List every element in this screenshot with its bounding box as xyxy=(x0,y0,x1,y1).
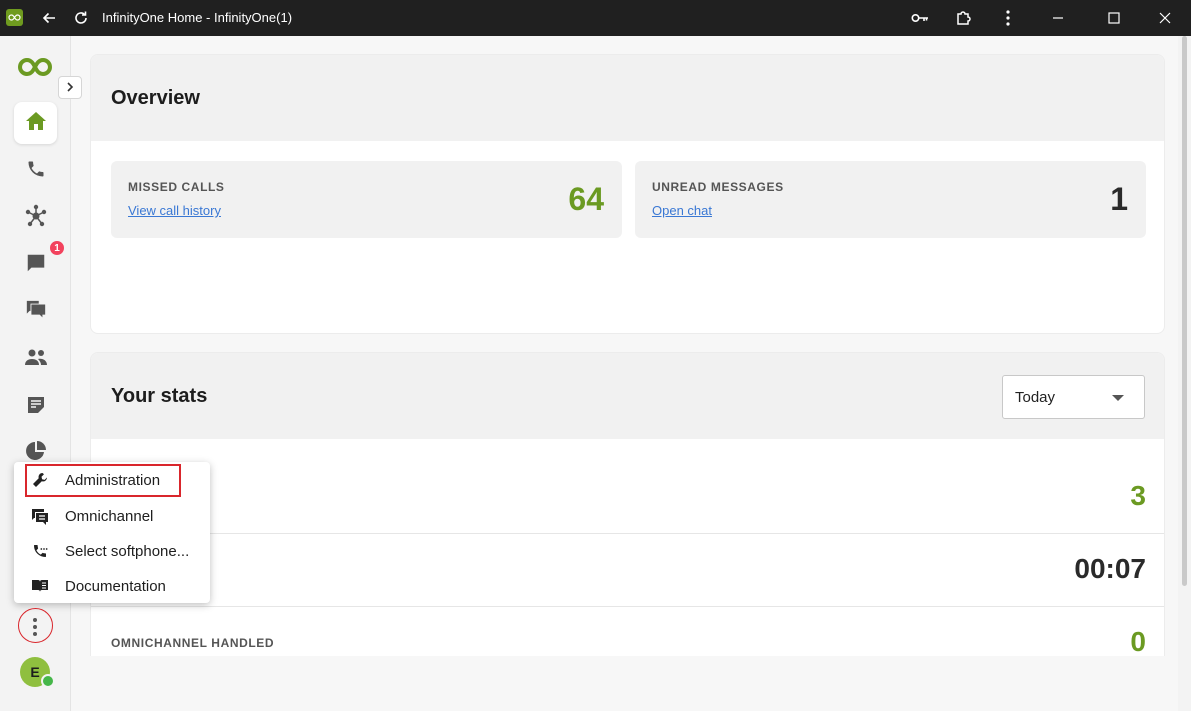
app-logo-icon xyxy=(6,9,23,26)
stat-label: OMNICHANNEL HANDLED xyxy=(111,636,275,650)
missed-calls-label: MISSED CALLS xyxy=(128,180,225,194)
stat-value: 0 xyxy=(1130,626,1146,657)
unread-badge: 1 xyxy=(48,239,66,257)
unread-messages-value: 1 xyxy=(1110,181,1128,217)
scrollbar-thumb[interactable] xyxy=(1182,36,1187,586)
reload-icon[interactable] xyxy=(69,6,93,30)
presence-status-icon xyxy=(41,674,55,688)
people-icon xyxy=(24,347,48,372)
hub-icon xyxy=(24,204,48,233)
window-title: InfinityOne Home - InfinityOne(1) xyxy=(102,10,293,25)
menu-item-documentation[interactable]: Documentation xyxy=(14,569,210,603)
omnichannel-icon xyxy=(31,507,49,525)
notes-icon xyxy=(26,395,46,420)
minimize-icon[interactable] xyxy=(1046,6,1070,30)
open-chat-link[interactable]: Open chat xyxy=(652,203,712,218)
sidebar-item-notes[interactable] xyxy=(14,386,57,428)
sidebar-item-forum[interactable] xyxy=(14,291,57,333)
window-titlebar: InfinityOne Home - InfinityOne(1) xyxy=(0,0,1191,36)
forum-icon xyxy=(25,299,47,326)
book-icon xyxy=(31,577,49,595)
period-select-value: Today xyxy=(1015,388,1056,406)
content-bottom-area xyxy=(72,656,1178,711)
unread-messages-card: UNREAD MESSAGES Open chat 1 xyxy=(635,161,1146,238)
stat-value: 3 xyxy=(1130,480,1146,511)
stat-value: 00:07 xyxy=(1074,553,1146,584)
chevron-right-icon xyxy=(66,79,74,97)
sidebar-expand-button[interactable] xyxy=(58,76,82,99)
key-icon[interactable] xyxy=(908,6,932,30)
period-select[interactable]: Today xyxy=(1002,375,1145,419)
extension-icon[interactable] xyxy=(952,6,976,30)
menu-item-label: Omnichannel xyxy=(65,507,154,525)
missed-calls-card: MISSED CALLS View call history 64 xyxy=(111,161,622,238)
scrollbar[interactable] xyxy=(1178,36,1191,711)
chat-icon xyxy=(25,252,47,279)
sidebar-item-people[interactable] xyxy=(14,338,57,380)
phone-settings-icon xyxy=(31,542,49,560)
menu-item-label: Documentation xyxy=(65,577,166,595)
sidebar-item-calls[interactable] xyxy=(14,150,57,192)
menu-item-label: Administration xyxy=(65,471,161,489)
back-icon[interactable] xyxy=(37,6,61,30)
menu-item-label: Select softphone... xyxy=(65,542,190,560)
stats-title: Your stats xyxy=(111,384,208,407)
stat-row: 00:07 xyxy=(91,534,1164,607)
overview-header: Overview xyxy=(91,55,1164,141)
sidebar: 1 xyxy=(0,36,71,711)
stats-panel: Your stats Today 3 00:07 OMNICHANNEL HAN… xyxy=(90,352,1165,672)
infinity-logo-icon[interactable] xyxy=(17,56,53,83)
menu-item-omnichannel[interactable]: Omnichannel xyxy=(14,499,210,533)
more-options-icon[interactable] xyxy=(32,617,38,642)
sidebar-item-hub[interactable] xyxy=(14,197,57,239)
menu-item-select-softphone[interactable]: Select softphone... xyxy=(14,534,210,568)
sidebar-item-home[interactable] xyxy=(14,102,57,144)
view-call-history-link[interactable]: View call history xyxy=(128,203,221,218)
close-icon[interactable] xyxy=(1153,6,1177,30)
home-icon xyxy=(25,111,47,136)
more-options-menu: Administration Omnichannel Select softph… xyxy=(14,462,210,603)
wrench-icon xyxy=(31,471,49,489)
main-content: Overview MISSED CALLS View call history … xyxy=(72,36,1178,672)
more-vert-icon[interactable] xyxy=(996,6,1020,30)
unread-messages-label: UNREAD MESSAGES xyxy=(652,180,784,194)
menu-item-administration[interactable]: Administration xyxy=(14,463,210,497)
missed-calls-value: 64 xyxy=(568,181,604,217)
overview-title: Overview xyxy=(111,86,200,109)
stat-row: 3 xyxy=(91,461,1164,534)
overview-panel: Overview MISSED CALLS View call history … xyxy=(90,54,1165,334)
phone-icon xyxy=(26,159,46,184)
dropdown-arrow-icon xyxy=(1112,395,1124,401)
maximize-icon[interactable] xyxy=(1102,6,1126,30)
